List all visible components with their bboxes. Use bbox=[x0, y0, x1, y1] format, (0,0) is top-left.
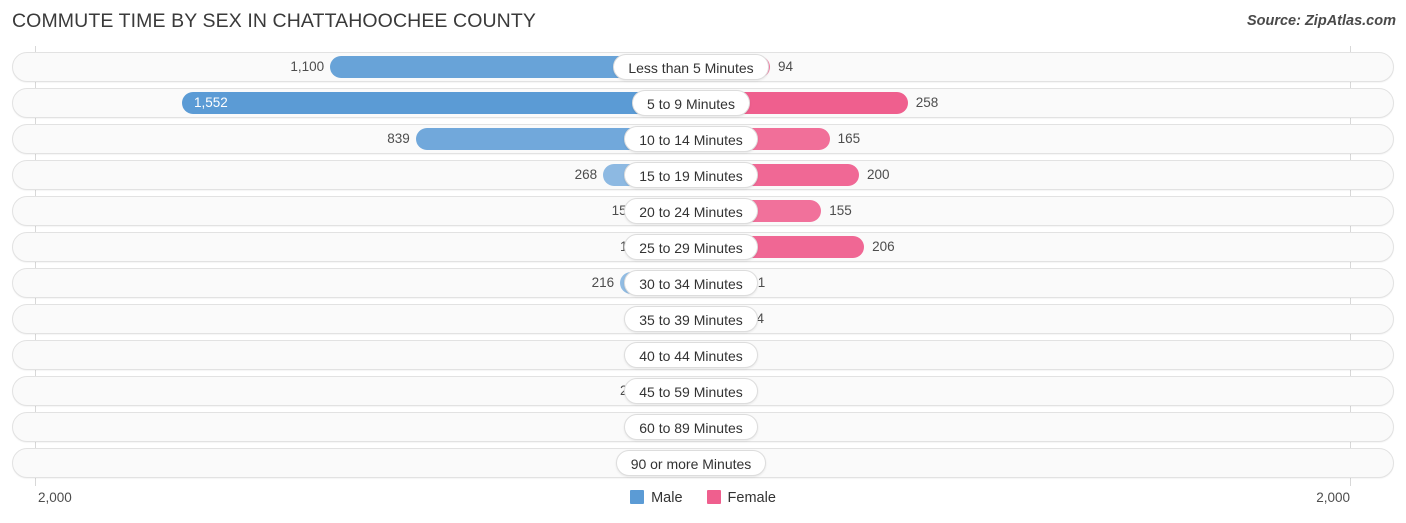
category-label: 60 to 89 Minutes bbox=[624, 414, 758, 440]
chart-row: 216 61 30 to 34 Minutes bbox=[12, 268, 1394, 298]
chart-legend: Male Female bbox=[0, 489, 1406, 507]
chart-row: 268 200 15 to 19 Minutes bbox=[12, 160, 1394, 190]
chart-row: 1420625 to 29 Minutes bbox=[12, 232, 1394, 262]
bar-value-female: 200 bbox=[867, 167, 890, 182]
bar-value-male: 1,552 bbox=[193, 95, 228, 110]
category-label: Less than 5 Minutes bbox=[613, 54, 769, 80]
chart-footer: 2,000 2,000 Male Female bbox=[0, 486, 1406, 523]
bar-value-male: 216 bbox=[591, 275, 615, 290]
bar-value-female: 206 bbox=[872, 239, 895, 254]
source-attribution: Source: ZipAtlas.com bbox=[1246, 13, 1396, 29]
category-label: 45 to 59 Minutes bbox=[624, 378, 758, 404]
bar-value-male: 839 bbox=[387, 131, 410, 146]
page-title: COMMUTE TIME BY SEX IN CHATTAHOOCHEE COU… bbox=[12, 10, 536, 32]
legend-item[interactable]: Male bbox=[630, 489, 683, 507]
bar-value-female: 258 bbox=[915, 95, 939, 110]
chart-row: 839 165 10 to 14 Minutes bbox=[12, 124, 1394, 154]
bar-value-female: 165 bbox=[837, 131, 861, 146]
category-label: 5 to 9 Minutes bbox=[632, 90, 750, 116]
category-label: 25 to 29 Minutes bbox=[624, 234, 758, 260]
chart-plot-area: 1,100 94 Less than 5 Minutes 1,552 258 5 to 9… bbox=[0, 46, 1406, 486]
legend-label: Male bbox=[651, 490, 683, 506]
bar-male[interactable] bbox=[181, 92, 691, 114]
bar-value-male: 268 bbox=[574, 167, 598, 182]
category-label: 90 or more Minutes bbox=[615, 450, 767, 476]
bar-value-female: 94 bbox=[777, 59, 793, 74]
legend-swatch-female bbox=[706, 490, 721, 504]
category-label: 30 to 34 Minutes bbox=[624, 270, 758, 296]
chart-row: 0060 to 89 Minutes bbox=[12, 412, 1394, 442]
chart-row: 1,100 94 Less than 5 Minutes bbox=[12, 52, 1394, 82]
category-label: 35 to 39 Minutes bbox=[624, 306, 758, 332]
category-label: 15 to 19 Minutes bbox=[624, 162, 758, 188]
chart-row: 1,552 258 5 to 9 Minutes bbox=[12, 88, 1394, 118]
chart-header: COMMUTE TIME BY SEX IN CHATTAHOOCHEE COU… bbox=[0, 0, 1406, 46]
legend-swatch-male bbox=[630, 490, 645, 504]
chart-row: 0340 to 44 Minutes bbox=[12, 340, 1394, 370]
chart-row: 0090 or more Minutes bbox=[12, 448, 1394, 478]
chart-row: 155 155 20 to 24 Minutes bbox=[12, 196, 1394, 226]
category-label: 40 to 44 Minutes bbox=[624, 342, 758, 368]
legend-item[interactable]: Female bbox=[706, 489, 776, 507]
category-label: 10 to 14 Minutes bbox=[624, 126, 758, 152]
category-label: 20 to 24 Minutes bbox=[624, 198, 758, 224]
chart-row: 21545 to 59 Minutes bbox=[12, 376, 1394, 406]
legend-label: Female bbox=[727, 490, 776, 506]
bar-value-male: 1,100 bbox=[290, 59, 325, 74]
chart-row: 34435 to 39 Minutes bbox=[12, 304, 1394, 334]
bar-value-female: 155 bbox=[829, 203, 852, 218]
